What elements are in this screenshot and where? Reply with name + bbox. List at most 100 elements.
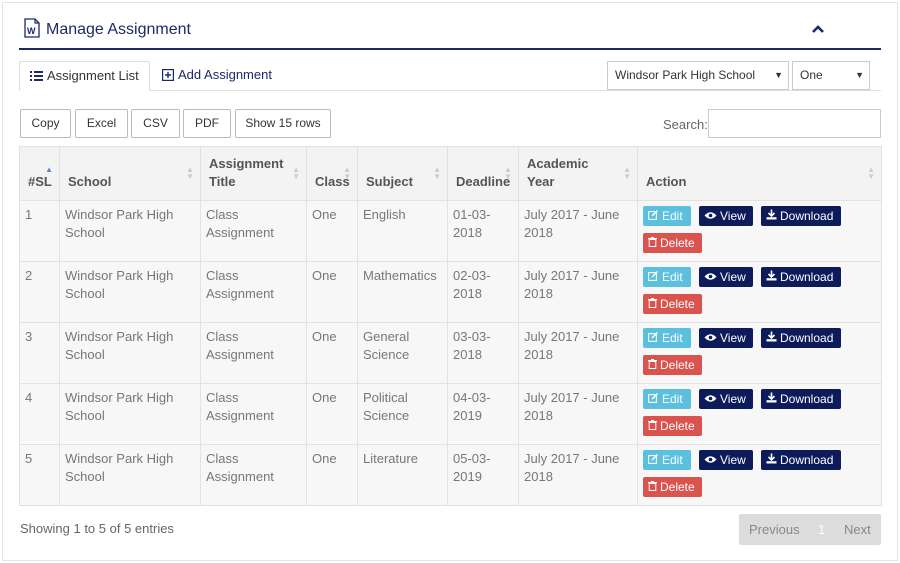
- download-label: Download: [780, 209, 834, 223]
- cell-title: Class Assignment: [200, 322, 307, 384]
- download-button[interactable]: Download: [761, 328, 841, 348]
- col-header-school[interactable]: School ▲ ▼: [59, 146, 201, 201]
- edit-label: Edit: [662, 392, 683, 406]
- cell-class: One: [306, 322, 358, 384]
- view-label: View: [720, 392, 746, 406]
- cell-year: July 2017 - June 2018: [518, 444, 638, 506]
- cell-year: July 2017 - June 2018: [518, 322, 638, 384]
- eye-icon: [704, 212, 717, 219]
- cell-title: Class Assignment: [200, 261, 307, 323]
- view-label: View: [720, 453, 746, 467]
- pdf-button[interactable]: PDF: [183, 109, 231, 138]
- cell-school: Windsor Park High School: [59, 444, 201, 506]
- view-button[interactable]: View: [699, 389, 753, 409]
- edit-label: Edit: [662, 331, 683, 345]
- class-select-value: One: [800, 68, 823, 82]
- cell-year: July 2017 - June 2018: [518, 261, 638, 323]
- cell-class: One: [306, 261, 358, 323]
- edit-icon: [648, 454, 659, 464]
- view-button[interactable]: View: [699, 450, 753, 470]
- page-1-button[interactable]: 1: [818, 514, 825, 545]
- tab-add-assignment-label: Add Assignment: [178, 67, 272, 82]
- copy-button[interactable]: Copy: [20, 109, 71, 138]
- table-row: 2 Windsor Park High School Class Assignm…: [19, 261, 882, 323]
- col-header-action[interactable]: Action ▲ ▼: [637, 146, 882, 201]
- cell-deadline: 01-03-2018: [447, 200, 519, 262]
- word-document-icon: W: [24, 18, 40, 38]
- edit-button[interactable]: Edit: [643, 206, 691, 226]
- download-icon: [766, 270, 777, 281]
- edit-icon: [648, 393, 659, 403]
- excel-button[interactable]: Excel: [75, 109, 128, 138]
- edit-icon: [648, 271, 659, 281]
- cell-subject: English: [357, 200, 448, 262]
- sort-icon: ▲ ▼: [504, 165, 512, 181]
- view-button[interactable]: View: [699, 206, 753, 226]
- download-label: Download: [780, 331, 834, 345]
- cell-school: Windsor Park High School: [59, 200, 201, 262]
- delete-label: Delete: [660, 419, 695, 433]
- view-button[interactable]: View: [699, 267, 753, 287]
- download-button[interactable]: Download: [761, 389, 841, 409]
- edit-label: Edit: [662, 270, 683, 284]
- cell-action: Edit View Download Delete: [637, 444, 882, 506]
- search-label: Search:: [663, 117, 708, 132]
- csv-button[interactable]: CSV: [131, 109, 180, 138]
- sort-icon: ▲ ▼: [186, 165, 194, 181]
- cell-class: One: [306, 444, 358, 506]
- download-icon: [766, 453, 777, 464]
- trash-icon: [648, 481, 657, 491]
- chevron-up-icon[interactable]: [809, 20, 827, 38]
- edit-button[interactable]: Edit: [643, 267, 691, 287]
- search-input[interactable]: [708, 109, 881, 138]
- school-select[interactable]: Windsor Park High School ▼: [607, 61, 789, 90]
- pagination: Previous 1 Next: [739, 514, 881, 545]
- col-header-class[interactable]: Class ▲ ▼: [306, 146, 358, 201]
- col-header-year[interactable]: Academic Year ▲ ▼: [518, 146, 638, 201]
- col-header-title[interactable]: Assignment Title ▲ ▼: [200, 146, 307, 201]
- delete-button[interactable]: Delete: [643, 294, 702, 314]
- delete-button[interactable]: Delete: [643, 477, 702, 497]
- edit-label: Edit: [662, 453, 683, 467]
- cell-title: Class Assignment: [200, 200, 307, 262]
- download-button[interactable]: Download: [761, 267, 841, 287]
- eye-icon: [704, 395, 717, 402]
- edit-button[interactable]: Edit: [643, 389, 691, 409]
- class-select[interactable]: One ▼: [792, 61, 870, 90]
- download-label: Download: [780, 453, 834, 467]
- download-icon: [766, 209, 777, 220]
- edit-button[interactable]: Edit: [643, 328, 691, 348]
- col-header-deadline[interactable]: Deadline ▲ ▼: [447, 146, 519, 201]
- tab-add-assignment[interactable]: Add Assignment: [152, 61, 292, 91]
- eye-icon: [704, 334, 717, 341]
- sort-icon: ▲ ▼: [623, 165, 631, 181]
- school-select-value: Windsor Park High School: [615, 68, 756, 82]
- cell-title: Class Assignment: [200, 383, 307, 445]
- show-rows-button[interactable]: Show 15 rows: [235, 109, 331, 138]
- eye-icon: [704, 456, 717, 463]
- download-button[interactable]: Download: [761, 450, 841, 470]
- delete-label: Delete: [660, 236, 695, 250]
- delete-button[interactable]: Delete: [643, 416, 702, 436]
- svg-text:W: W: [27, 26, 36, 36]
- col-header-sl[interactable]: #SL ▲: [19, 146, 60, 201]
- col-header-subject[interactable]: Subject ▲ ▼: [357, 146, 448, 201]
- cell-school: Windsor Park High School: [59, 383, 201, 445]
- cell-action: Edit View Download Delete: [637, 383, 882, 445]
- download-button[interactable]: Download: [761, 206, 841, 226]
- delete-button[interactable]: Delete: [643, 233, 702, 253]
- cell-subject: Literature: [357, 444, 448, 506]
- edit-button[interactable]: Edit: [643, 450, 691, 470]
- sort-icon: ▲ ▼: [867, 165, 875, 181]
- view-button[interactable]: View: [699, 328, 753, 348]
- panel-header: W Manage Assignment: [19, 14, 881, 50]
- tab-assignment-list[interactable]: Assignment List: [19, 61, 150, 91]
- cell-deadline: 03-03-2018: [447, 322, 519, 384]
- cell-action: Edit View Download Delete: [637, 261, 882, 323]
- delete-button[interactable]: Delete: [643, 355, 702, 375]
- cell-sl: 2: [19, 261, 60, 323]
- next-page-button[interactable]: Next: [844, 514, 871, 545]
- previous-page-button[interactable]: Previous: [749, 514, 800, 545]
- cell-school: Windsor Park High School: [59, 261, 201, 323]
- sort-icon: ▲ ▼: [292, 165, 300, 181]
